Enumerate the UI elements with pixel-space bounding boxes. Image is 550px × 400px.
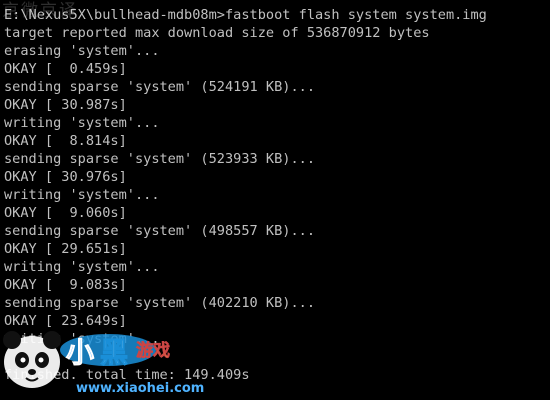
console-line: OKAY [ 8.814s] (4, 133, 127, 149)
console-line: OKAY [ 30.987s] (4, 97, 127, 113)
console-line: target reported max download size of 536… (4, 25, 430, 41)
console-line: writing 'system'... (4, 331, 160, 347)
console-line: OKAY [ 23.649s] (4, 313, 127, 329)
console-line: sending sparse 'system' (498557 KB)... (4, 223, 315, 239)
console-line: E:\Nexus5X\bullhead-mdb08m>fastboot flas… (4, 7, 487, 23)
console-line: OKAY [ 0.459s] (4, 61, 127, 77)
console-line: OKAY [ 29.651s] (4, 241, 127, 257)
console-line: sending sparse 'system' (524191 KB)... (4, 79, 315, 95)
console-line: writing 'system'... (4, 115, 160, 131)
console-line: OKAY [ 9.060s] (4, 205, 127, 221)
console-line: OKAY [ 9.083s] (4, 277, 127, 293)
console-line: OKAY [ 30.976s] (4, 169, 127, 185)
console-line: sending sparse 'system' (402210 KB)... (4, 295, 315, 311)
console-line: finished. total time: 149.409s (4, 367, 250, 383)
console-window: E:\Nexus5X\bullhead-mdb08m>fastboot flas… (0, 0, 550, 400)
console-line: erasing 'system'... (4, 43, 160, 59)
console-line: sending sparse 'system' (523933 KB)... (4, 151, 315, 167)
console-line: writing 'system'... (4, 187, 160, 203)
console-line: writing 'system'... (4, 259, 160, 275)
